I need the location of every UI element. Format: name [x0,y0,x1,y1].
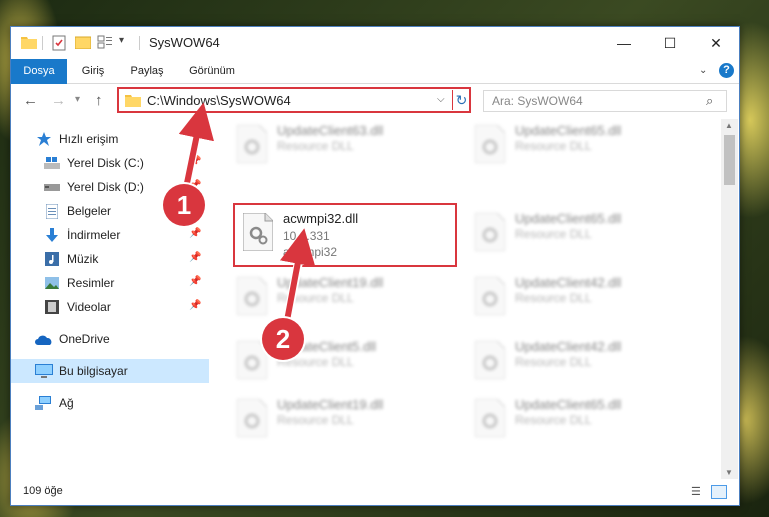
step-2-badge: 2 [262,318,304,360]
arrow-step-2 [279,228,316,327]
annotation-arrows [178,102,316,327]
step-1-badge: 1 [163,184,205,226]
